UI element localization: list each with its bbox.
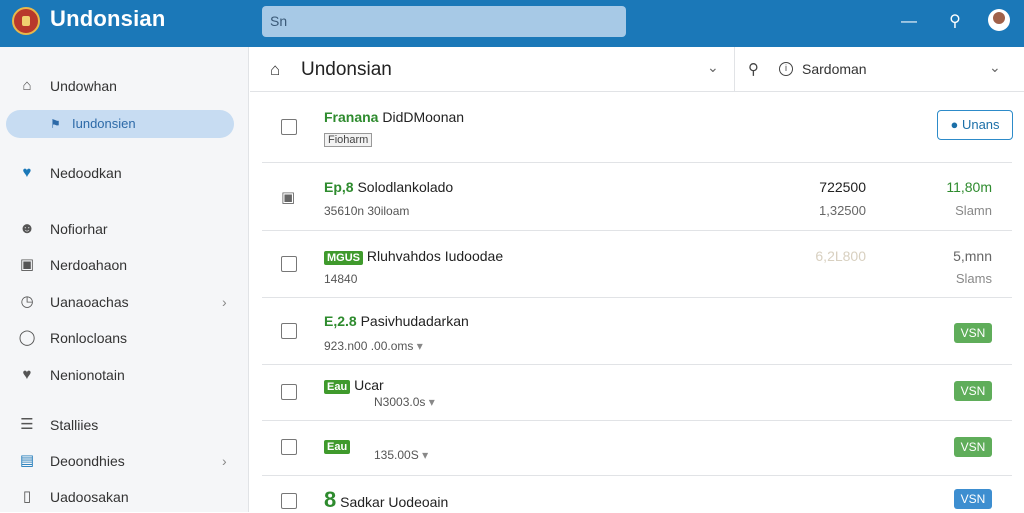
- unans-button[interactable]: ● Unans: [937, 110, 1013, 140]
- content-header: ⌂ Undonsian ⌄ ⚲ i Sardoman ⌄: [250, 47, 1024, 92]
- top-bar: Undonsian Sn — ⚲: [0, 0, 1024, 47]
- filter-select[interactable]: Sardoman: [802, 61, 867, 77]
- app-title: Undonsian: [50, 6, 166, 31]
- heart-icon: ♥: [22, 366, 32, 383]
- sidebar-item-label: Deoondhies: [50, 453, 125, 469]
- status-badge: VSN: [954, 489, 992, 509]
- sidebar-item-label: Stalliies: [50, 417, 99, 433]
- row-amount-right-secondary: Slamn: [955, 203, 992, 218]
- status-badge: VSN: [954, 437, 992, 457]
- status-badge: VSN: [954, 381, 992, 401]
- row-checkbox[interactable]: [281, 323, 297, 339]
- home-icon: ⌂: [22, 77, 32, 94]
- sidebar-item-iundonsien[interactable]: ⚑ Iundonsien: [6, 110, 234, 138]
- divider: [734, 47, 735, 92]
- sidebar-item-undowhan[interactable]: ⌂ Undowhan: [0, 70, 249, 102]
- sidebar-item-ronlocloans[interactable]: ◯ Ronlocloans: [0, 322, 249, 354]
- sidebar-item-label: Iundonsien: [72, 116, 136, 131]
- info-icon: i: [779, 62, 793, 76]
- row-subtitle: 923.n00 .00.oms ▾: [324, 339, 423, 353]
- sidebar-item-stalliies[interactable]: ☰ Stalliies: [0, 409, 249, 441]
- sidebar-item-nerdoahaon[interactable]: ▣ Nerdoahaon: [0, 249, 249, 281]
- dropdown-icon[interactable]: ▾: [429, 395, 435, 409]
- sidebar-item-label: Nedoodkan: [50, 165, 122, 181]
- person-icon: ●: [950, 117, 959, 132]
- list-item[interactable]: Eau Ucar N3003.0s ▾ VSN: [262, 366, 1012, 421]
- row-subtitle: 35610n 30iloam: [324, 204, 410, 218]
- sidebar-item-label: Nerdoahaon: [50, 257, 128, 273]
- row-subtitle: 14840: [324, 272, 358, 286]
- row-subtitle: 135.00S ▾: [374, 448, 429, 462]
- row-checkbox[interactable]: [281, 493, 297, 509]
- clock-icon: ◷: [20, 293, 34, 310]
- list-item[interactable]: 8 Sadkar Uodeoain VSN: [262, 477, 1012, 512]
- sidebar-item-label: Ronlocloans: [50, 330, 128, 346]
- row-checkbox[interactable]: [281, 439, 297, 455]
- users-icon: ☻: [19, 220, 35, 237]
- chevron-right-icon: ›: [222, 453, 227, 469]
- chevron-down-icon[interactable]: ⌄: [989, 59, 1001, 76]
- sidebar-item-label: Uanaoachas: [50, 294, 129, 310]
- row-tag: Fioharm: [324, 133, 373, 147]
- dropdown-icon[interactable]: ▾: [417, 339, 423, 353]
- sidebar-item-label: Undowhan: [50, 78, 117, 94]
- home-icon[interactable]: ⌂: [270, 60, 280, 80]
- sidebar-item-uanaoachas[interactable]: ◷ Uanaoachas ›: [0, 286, 249, 318]
- calendar-icon: ▣: [281, 188, 297, 206]
- row-title: 8 Sadkar Uodeoain: [324, 487, 449, 512]
- row-subtitle: Fioharm: [324, 132, 373, 147]
- heart-icon: ♥: [22, 164, 32, 181]
- row-amount: 722500: [819, 179, 866, 195]
- list-item[interactable]: Eau 135.00S ▾ VSN: [262, 422, 1012, 476]
- dropdown-icon[interactable]: ▾: [422, 448, 428, 462]
- main-content: ⌂ Undonsian ⌄ ⚲ i Sardoman ⌄ Franana Did…: [250, 47, 1024, 512]
- minimize-icon[interactable]: —: [898, 11, 920, 33]
- page-title: Undonsian: [301, 59, 392, 80]
- row-subtitle: N3003.0s ▾: [374, 395, 435, 409]
- doc-icon: ▯: [22, 488, 32, 505]
- app-logo: [12, 7, 40, 35]
- status-badge: VSN: [954, 323, 992, 343]
- sidebar-item-label: Nofiorhar: [50, 221, 108, 237]
- sidebar-item-nedoodkan[interactable]: ♥ Nedoodkan: [0, 157, 249, 189]
- list-item[interactable]: E,2.8 Pasivhudadarkan 923.n00 .00.oms ▾ …: [262, 299, 1012, 365]
- list-item[interactable]: Franana DidDMoonan Fioharm ● Unans: [262, 95, 1013, 163]
- row-amount-secondary: 1,32500: [819, 203, 866, 218]
- row-checkbox[interactable]: [281, 119, 297, 135]
- sidebar-item-uadoosakan[interactable]: ▯ Uadoosakan: [0, 481, 249, 513]
- search-icon[interactable]: ⚲: [748, 60, 759, 78]
- sidebar-item-deoondhies[interactable]: ▤ Deoondhies ›: [0, 445, 249, 477]
- row-checkbox[interactable]: [281, 256, 297, 272]
- row-title: E,2.8 Pasivhudadarkan: [324, 313, 469, 329]
- row-amount-right-secondary: Slams: [955, 271, 992, 286]
- bookmark-icon: ⚑: [50, 117, 61, 131]
- row-checkbox[interactable]: [281, 384, 297, 400]
- calendar-icon: ▣: [19, 256, 35, 273]
- chevron-down-icon[interactable]: ⌄: [707, 59, 719, 76]
- sidebar-item-label: Nenionotain: [50, 367, 125, 383]
- list-item[interactable]: ▣ Ep,8 Solodlankolado 35610n 30iloam 722…: [262, 164, 1012, 231]
- row-amount: 6,2L800: [815, 248, 866, 264]
- sidebar-item-nofiorhar[interactable]: ☻ Nofiorhar: [0, 213, 249, 245]
- row-title: Ep,8 Solodlankolado: [324, 179, 454, 195]
- row-amount-right: 5,mnn: [953, 248, 992, 264]
- list-item[interactable]: MGUS Rluhvahdos Iudoodae 14840 6,2L800 5…: [262, 232, 1012, 298]
- circle-icon: ◯: [18, 329, 36, 346]
- row-title: MGUS Rluhvahdos Iudoodae: [324, 248, 503, 265]
- row-title: Franana DidDMoonan: [324, 109, 465, 125]
- chat-icon: ▤: [19, 452, 35, 469]
- row-amount-right: 11,80m: [946, 179, 992, 195]
- list-icon: ☰: [20, 416, 34, 433]
- sidebar: ⌂ Undowhan ⚑ Iundonsien ♥ Nedoodkan ☻ No…: [0, 47, 249, 512]
- row-title: Eau Ucar: [324, 377, 384, 394]
- search-input[interactable]: Sn: [262, 6, 626, 37]
- sidebar-item-label: Uadoosakan: [50, 489, 129, 505]
- search-icon[interactable]: ⚲: [944, 11, 966, 33]
- chevron-right-icon: ›: [222, 294, 227, 310]
- sidebar-item-nenionotain[interactable]: ♥ Nenionotain: [0, 359, 249, 391]
- row-title: Eau: [324, 437, 351, 454]
- avatar[interactable]: [988, 9, 1010, 31]
